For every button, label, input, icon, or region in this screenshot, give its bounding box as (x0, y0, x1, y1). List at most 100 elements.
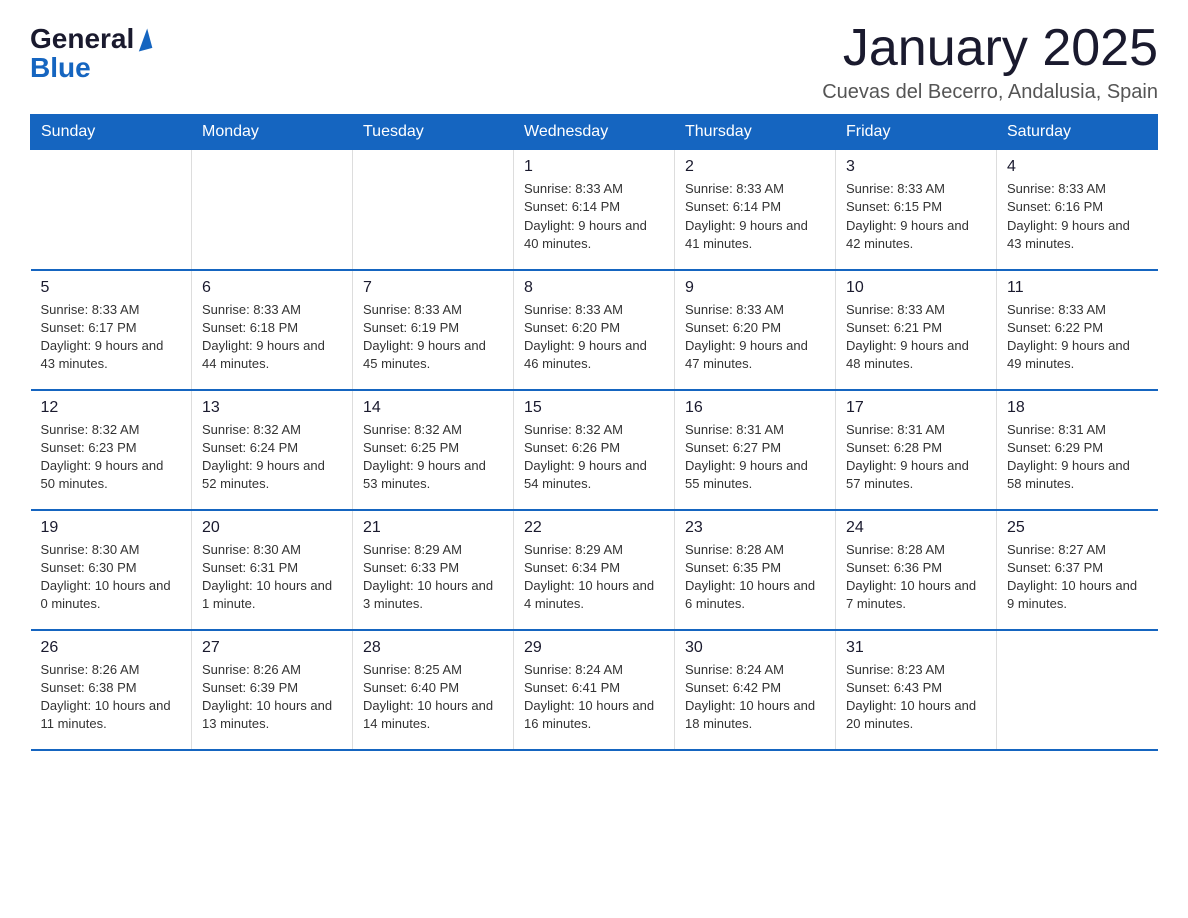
days-of-week-row: SundayMondayTuesdayWednesdayThursdayFrid… (31, 115, 1158, 150)
day-number: 9 (685, 279, 825, 297)
day-number: 23 (685, 519, 825, 537)
day-info: Sunrise: 8:24 AM Sunset: 6:42 PM Dayligh… (685, 661, 825, 734)
calendar-cell: 23 Sunrise: 8:28 AM Sunset: 6:35 PM Dayli… (675, 510, 836, 630)
calendar-cell: 2 Sunrise: 8:33 AM Sunset: 6:14 PM Daylig… (675, 150, 836, 270)
calendar-header: SundayMondayTuesdayWednesdayThursdayFrid… (31, 115, 1158, 150)
calendar-cell: 27 Sunrise: 8:26 AM Sunset: 6:39 PM Dayli… (192, 630, 353, 750)
logo-general: General (30, 23, 134, 54)
day-info: Sunrise: 8:29 AM Sunset: 6:34 PM Dayligh… (524, 541, 664, 614)
calendar-week-row: 26Sunrise: 8:26 AM Sunset: 6:38 PM Dayli… (31, 630, 1158, 750)
calendar-cell: 4 Sunrise: 8:33 AM Sunset: 6:16 PM Daylig… (997, 150, 1158, 270)
day-number: 21 (363, 519, 503, 537)
calendar-cell: 1 Sunrise: 8:33 AM Sunset: 6:14 PM Daylig… (514, 150, 675, 270)
calendar-table: SundayMondayTuesdayWednesdayThursdayFrid… (30, 114, 1158, 751)
calendar-cell: 15 Sunrise: 8:32 AM Sunset: 6:26 PM Dayli… (514, 390, 675, 510)
day-number: 27 (202, 639, 342, 657)
day-number: 17 (846, 399, 986, 417)
calendar-week-row: 5 Sunrise: 8:33 AM Sunset: 6:17 PM Daylig… (31, 270, 1158, 390)
day-number: 1 (524, 158, 664, 176)
calendar-cell: 31Sunrise: 8:23 AM Sunset: 6:43 PM Dayli… (836, 630, 997, 750)
calendar-cell (997, 630, 1158, 750)
month-title: January 2025 (822, 20, 1158, 77)
calendar-cell: 7Sunrise: 8:33 AM Sunset: 6:19 PM Daylig… (353, 270, 514, 390)
calendar-cell: 6 Sunrise: 8:33 AM Sunset: 6:18 PM Daylig… (192, 270, 353, 390)
calendar-cell: 21 Sunrise: 8:29 AM Sunset: 6:33 PM Dayli… (353, 510, 514, 630)
day-number: 12 (41, 399, 182, 417)
day-info: Sunrise: 8:33 AM Sunset: 6:21 PM Dayligh… (846, 301, 986, 374)
day-info: Sunrise: 8:29 AM Sunset: 6:33 PM Dayligh… (363, 541, 503, 614)
calendar-week-row: 12Sunrise: 8:32 AM Sunset: 6:23 PM Dayli… (31, 390, 1158, 510)
day-of-week-header: Friday (836, 115, 997, 150)
calendar-cell (192, 150, 353, 270)
calendar-cell: 20 Sunrise: 8:30 AM Sunset: 6:31 PM Dayli… (192, 510, 353, 630)
calendar-cell: 22 Sunrise: 8:29 AM Sunset: 6:34 PM Dayli… (514, 510, 675, 630)
day-info: Sunrise: 8:31 AM Sunset: 6:27 PM Dayligh… (685, 421, 825, 494)
day-number: 22 (524, 519, 664, 537)
day-info: Sunrise: 8:33 AM Sunset: 6:14 PM Dayligh… (524, 180, 664, 253)
day-number: 16 (685, 399, 825, 417)
calendar-week-row: 1 Sunrise: 8:33 AM Sunset: 6:14 PM Daylig… (31, 150, 1158, 270)
calendar-cell: 14 Sunrise: 8:32 AM Sunset: 6:25 PM Dayli… (353, 390, 514, 510)
day-of-week-header: Sunday (31, 115, 192, 150)
page-header: General Blue January 2025 Cuevas del Bec… (30, 20, 1158, 104)
day-info: Sunrise: 8:32 AM Sunset: 6:25 PM Dayligh… (363, 421, 503, 494)
calendar-cell (353, 150, 514, 270)
calendar-cell: 26Sunrise: 8:26 AM Sunset: 6:38 PM Dayli… (31, 630, 192, 750)
calendar-cell: 11 Sunrise: 8:33 AM Sunset: 6:22 PM Dayli… (997, 270, 1158, 390)
day-info: Sunrise: 8:25 AM Sunset: 6:40 PM Dayligh… (363, 661, 503, 734)
day-info: Sunrise: 8:26 AM Sunset: 6:39 PM Dayligh… (202, 661, 342, 734)
day-info: Sunrise: 8:33 AM Sunset: 6:16 PM Dayligh… (1007, 180, 1148, 253)
calendar-cell: 17Sunrise: 8:31 AM Sunset: 6:28 PM Dayli… (836, 390, 997, 510)
day-number: 5 (41, 279, 182, 297)
day-info: Sunrise: 8:31 AM Sunset: 6:29 PM Dayligh… (1007, 421, 1148, 494)
calendar-cell: 24Sunrise: 8:28 AM Sunset: 6:36 PM Dayli… (836, 510, 997, 630)
day-info: Sunrise: 8:33 AM Sunset: 6:20 PM Dayligh… (524, 301, 664, 374)
day-number: 15 (524, 399, 664, 417)
day-info: Sunrise: 8:33 AM Sunset: 6:14 PM Dayligh… (685, 180, 825, 253)
day-info: Sunrise: 8:33 AM Sunset: 6:17 PM Dayligh… (41, 301, 182, 374)
calendar-cell: 16 Sunrise: 8:31 AM Sunset: 6:27 PM Dayli… (675, 390, 836, 510)
logo-blue: Blue (30, 52, 91, 83)
calendar-cell: 25Sunrise: 8:27 AM Sunset: 6:37 PM Dayli… (997, 510, 1158, 630)
day-info: Sunrise: 8:33 AM Sunset: 6:20 PM Dayligh… (685, 301, 825, 374)
day-number: 6 (202, 279, 342, 297)
calendar-cell: 9 Sunrise: 8:33 AM Sunset: 6:20 PM Daylig… (675, 270, 836, 390)
day-info: Sunrise: 8:30 AM Sunset: 6:31 PM Dayligh… (202, 541, 342, 614)
calendar-cell: 19 Sunrise: 8:30 AM Sunset: 6:30 PM Dayli… (31, 510, 192, 630)
day-number: 20 (202, 519, 342, 537)
calendar-cell: 28Sunrise: 8:25 AM Sunset: 6:40 PM Dayli… (353, 630, 514, 750)
day-number: 4 (1007, 158, 1148, 176)
day-of-week-header: Saturday (997, 115, 1158, 150)
calendar-cell: 29Sunrise: 8:24 AM Sunset: 6:41 PM Dayli… (514, 630, 675, 750)
day-number: 30 (685, 639, 825, 657)
day-info: Sunrise: 8:32 AM Sunset: 6:26 PM Dayligh… (524, 421, 664, 494)
day-number: 24 (846, 519, 986, 537)
day-info: Sunrise: 8:30 AM Sunset: 6:30 PM Dayligh… (41, 541, 182, 614)
day-number: 7 (363, 279, 503, 297)
day-number: 2 (685, 158, 825, 176)
day-of-week-header: Wednesday (514, 115, 675, 150)
day-of-week-header: Monday (192, 115, 353, 150)
day-of-week-header: Thursday (675, 115, 836, 150)
day-number: 11 (1007, 279, 1148, 297)
calendar-cell: 30 Sunrise: 8:24 AM Sunset: 6:42 PM Dayli… (675, 630, 836, 750)
location-subtitle: Cuevas del Becerro, Andalusia, Spain (822, 81, 1158, 104)
day-info: Sunrise: 8:33 AM Sunset: 6:15 PM Dayligh… (846, 180, 986, 253)
calendar-week-row: 19 Sunrise: 8:30 AM Sunset: 6:30 PM Dayli… (31, 510, 1158, 630)
day-info: Sunrise: 8:26 AM Sunset: 6:38 PM Dayligh… (41, 661, 182, 734)
day-number: 14 (363, 399, 503, 417)
calendar-cell: 5 Sunrise: 8:33 AM Sunset: 6:17 PM Daylig… (31, 270, 192, 390)
day-number: 8 (524, 279, 664, 297)
day-number: 19 (41, 519, 182, 537)
day-info: Sunrise: 8:33 AM Sunset: 6:22 PM Dayligh… (1007, 301, 1148, 374)
day-info: Sunrise: 8:27 AM Sunset: 6:37 PM Dayligh… (1007, 541, 1148, 614)
logo: General Blue (30, 25, 150, 82)
day-number: 3 (846, 158, 986, 176)
calendar-body: 1 Sunrise: 8:33 AM Sunset: 6:14 PM Daylig… (31, 150, 1158, 750)
day-info: Sunrise: 8:28 AM Sunset: 6:35 PM Dayligh… (685, 541, 825, 614)
calendar-cell (31, 150, 192, 270)
calendar-cell: 10Sunrise: 8:33 AM Sunset: 6:21 PM Dayli… (836, 270, 997, 390)
calendar-cell: 18Sunrise: 8:31 AM Sunset: 6:29 PM Dayli… (997, 390, 1158, 510)
day-info: Sunrise: 8:33 AM Sunset: 6:18 PM Dayligh… (202, 301, 342, 374)
day-info: Sunrise: 8:23 AM Sunset: 6:43 PM Dayligh… (846, 661, 986, 734)
